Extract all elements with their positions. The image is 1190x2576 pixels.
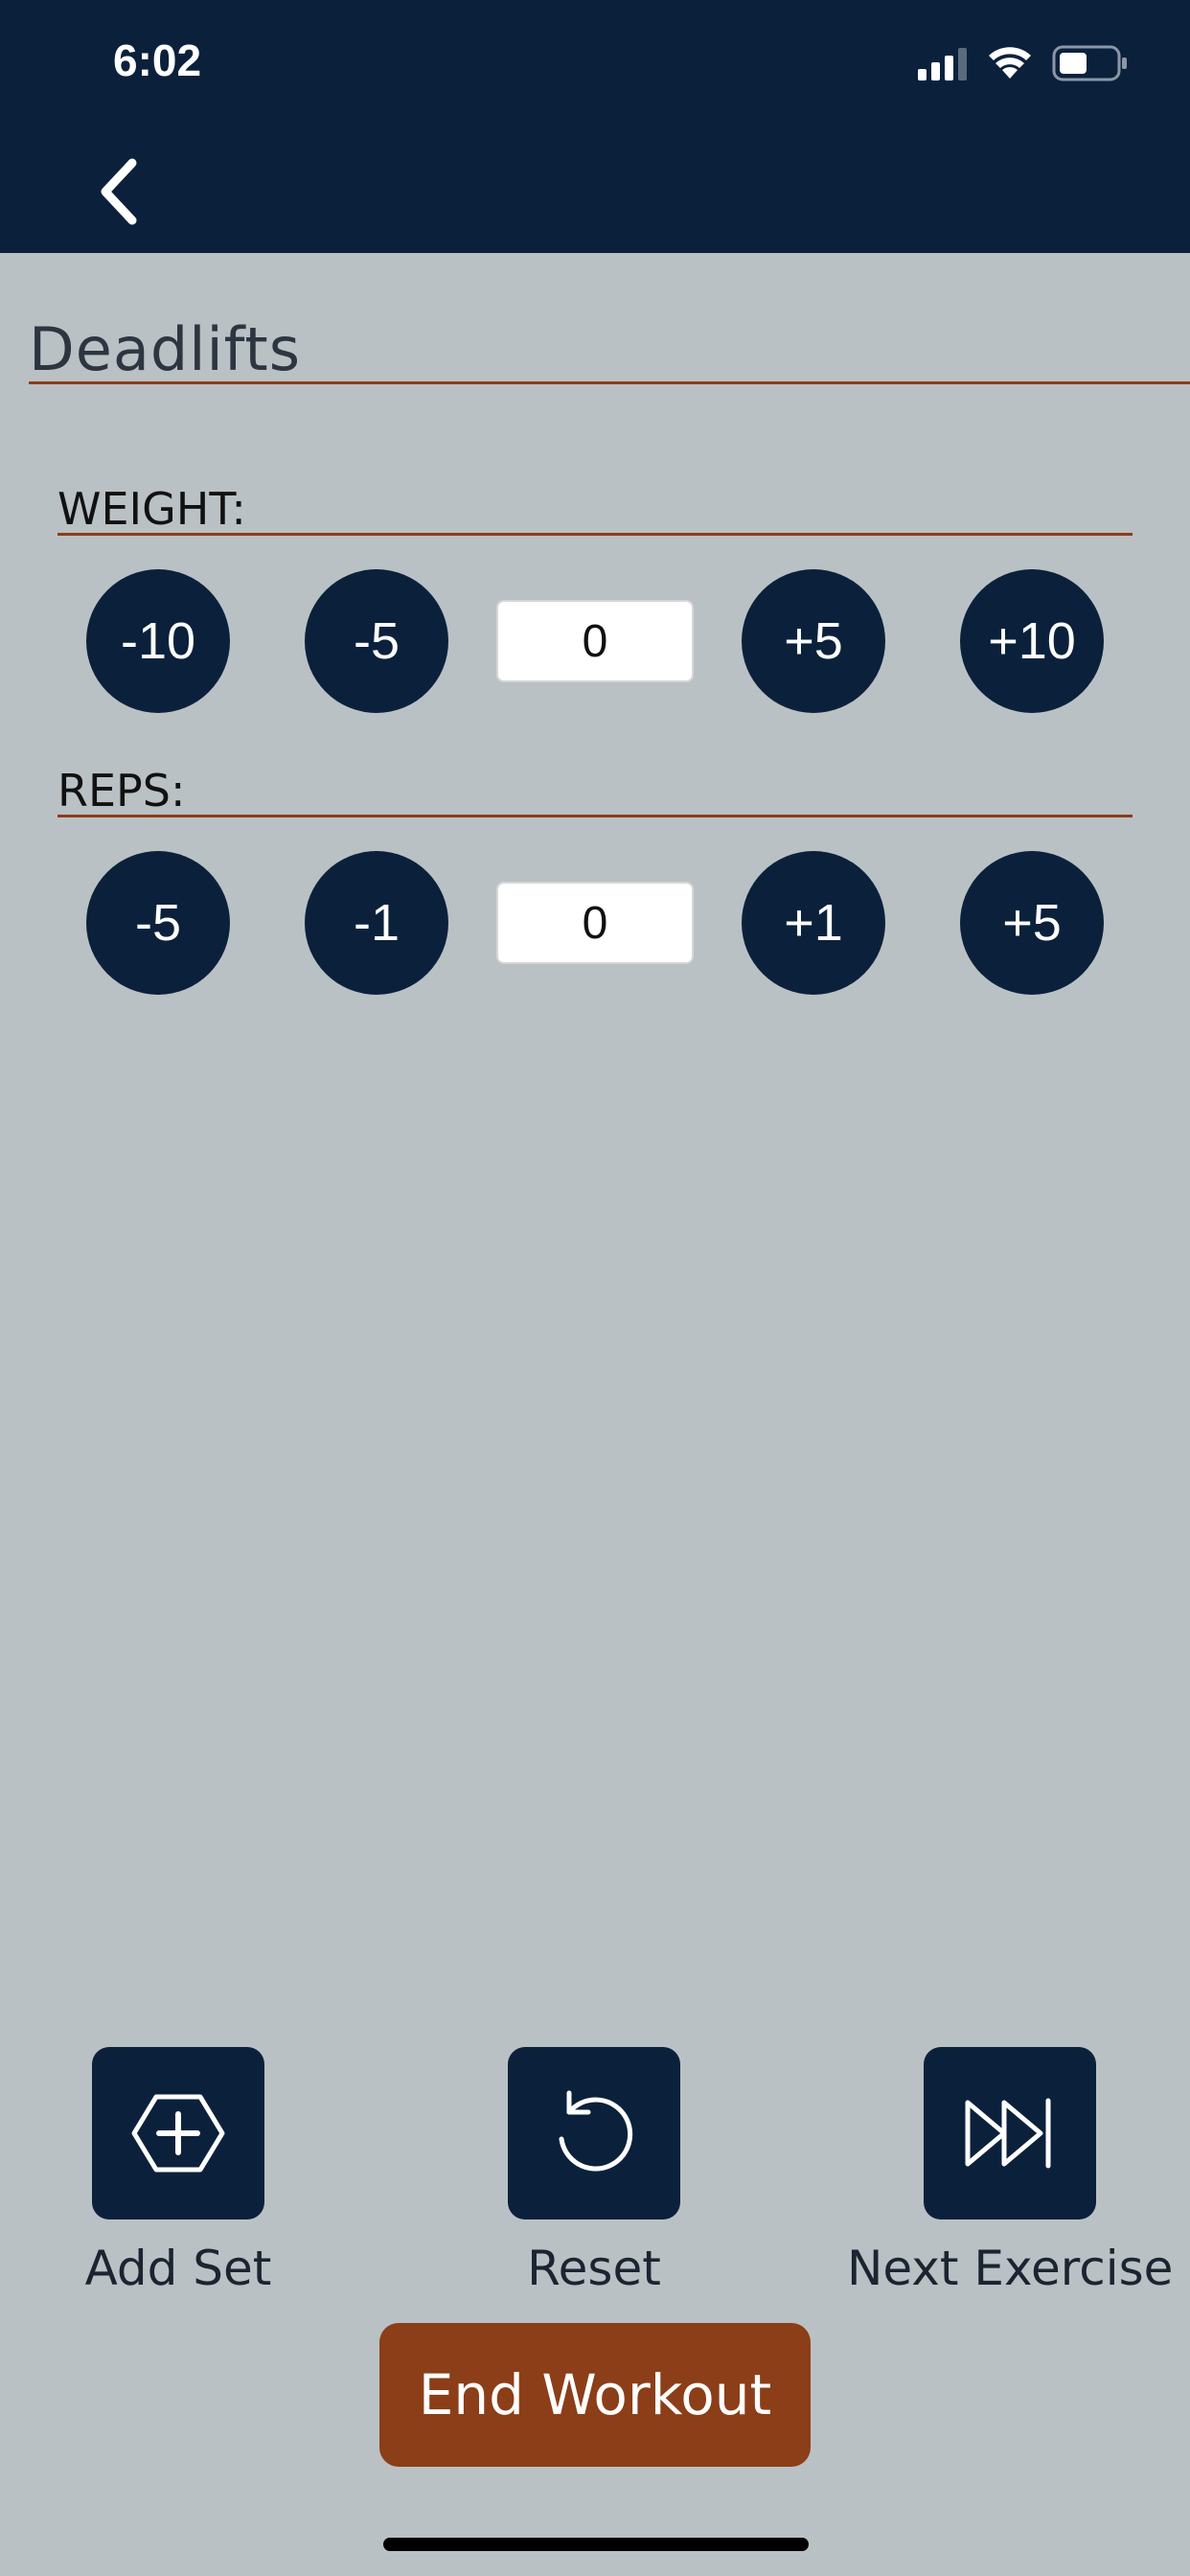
weight-label: WEIGHT:: [57, 483, 246, 535]
weight-minus-10-button[interactable]: -10: [86, 569, 230, 713]
home-indicator: [383, 2538, 809, 2551]
reset-icon: [559, 2090, 633, 2172]
weight-minus-5-button[interactable]: -5: [305, 569, 448, 713]
reps-plus-1-button[interactable]: +1: [742, 851, 885, 995]
battery-icon: [1052, 45, 1127, 81]
weight-divider: [57, 533, 1133, 536]
weight-value-field[interactable]: 0: [496, 600, 694, 682]
status-time: 6:02: [113, 35, 202, 85]
hexagon-plus-icon: [131, 2094, 225, 2173]
app-header: 6:02: [0, 0, 1190, 253]
add-set-button[interactable]: [92, 2047, 264, 2220]
exercise-title: Deadlifts: [29, 314, 302, 384]
next-exercise-button[interactable]: [924, 2047, 1096, 2220]
title-divider: [29, 381, 1190, 384]
wifi-icon: [989, 47, 1031, 79]
reps-plus-5-button[interactable]: +5: [960, 851, 1104, 995]
fast-forward-icon: [965, 2098, 1051, 2169]
weight-plus-10-button[interactable]: +10: [960, 569, 1104, 713]
reset-label: Reset: [527, 2241, 661, 2296]
reps-minus-1-button[interactable]: -1: [305, 851, 448, 995]
reps-label: REPS:: [57, 765, 186, 816]
reset-button[interactable]: [508, 2047, 680, 2220]
next-exercise-label: Next Exercise: [847, 2241, 1174, 2296]
weight-plus-5-button[interactable]: +5: [742, 569, 885, 713]
add-set-label: Add Set: [84, 2241, 272, 2296]
cellular-signal-icon: [918, 48, 967, 80]
reps-minus-5-button[interactable]: -5: [86, 851, 230, 995]
chevron-left-icon[interactable]: [92, 155, 149, 228]
end-workout-button[interactable]: End Workout: [379, 2323, 811, 2467]
reps-divider: [57, 815, 1133, 817]
reps-value-field[interactable]: 0: [496, 882, 694, 964]
